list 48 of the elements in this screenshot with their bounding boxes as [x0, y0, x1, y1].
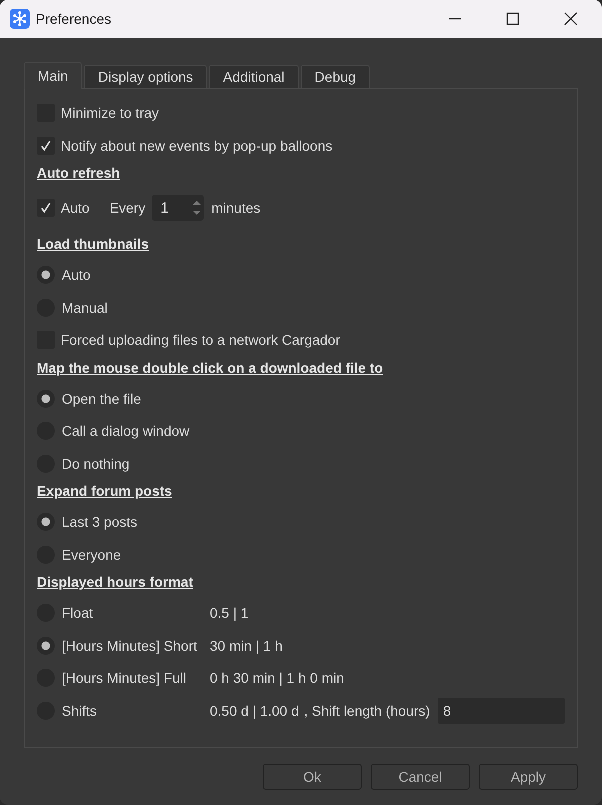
format-sample: 0 h 30 min | 1 h 0 min — [210, 670, 344, 686]
maximize-icon[interactable] — [506, 12, 520, 26]
checkbox-label: Notify about new events by pop-up balloons — [61, 138, 333, 154]
unit-label: minutes — [212, 200, 261, 216]
shift-length-field[interactable]: 8 — [438, 698, 565, 724]
radio-label: Everyone — [62, 546, 122, 563]
checkbox[interactable] — [37, 136, 55, 155]
dialog-button[interactable]: Apply — [479, 764, 578, 790]
dialog-button[interactable]: Ok — [263, 764, 362, 790]
radio-label: Do nothing — [62, 456, 130, 472]
radio-label: [Hours Minutes] Short — [62, 638, 198, 654]
radio-label: Manual — [62, 300, 108, 316]
radio-label: Call a dialog window — [62, 423, 190, 440]
format-sample: 0.5 | 1 — [210, 605, 249, 622]
checkbox-label: Auto — [61, 200, 90, 216]
radio-button[interactable] — [37, 390, 55, 408]
shift-length-label: , Shift length (hours) — [304, 702, 430, 719]
app-icon — [10, 9, 30, 29]
format-sample: 30 min | 1 h — [210, 638, 283, 654]
radio-button[interactable] — [37, 513, 55, 532]
section-heading: Expand forum posts — [37, 482, 174, 501]
checkbox[interactable] — [37, 199, 55, 217]
every-label: Every — [110, 200, 146, 216]
checkmark-icon — [40, 140, 52, 152]
tab[interactable]: Additional — [209, 65, 299, 88]
window-title: Preferences — [36, 11, 112, 27]
format-sample: 0.50 d | 1.00 d — [210, 702, 300, 719]
checkbox-label: Forced uploading files to a network Cargador — [61, 332, 340, 348]
radio-label: Auto — [62, 267, 91, 284]
radio-label: Last 3 posts — [62, 514, 138, 530]
section-heading: Map the mouse double click on a downloaded file to — [37, 358, 384, 378]
close-icon[interactable] — [564, 12, 578, 26]
radio-label: [Hours Minutes] Full — [62, 670, 188, 686]
radio-label: Shifts — [62, 702, 98, 719]
section-heading: Auto refresh — [37, 164, 122, 183]
radio-button[interactable] — [37, 266, 55, 284]
tab[interactable]: Main — [24, 62, 82, 89]
radio-label: Float — [62, 605, 94, 622]
section-heading: Load thumbnails — [37, 235, 150, 254]
tab[interactable]: Display options — [84, 65, 208, 88]
checkbox-label: Minimize to tray — [61, 105, 160, 122]
minutes-spinbox[interactable]: 1 — [152, 195, 204, 221]
radio-button[interactable] — [37, 636, 55, 655]
tab[interactable]: Debug — [300, 65, 370, 88]
radio-label: Open the file — [62, 390, 142, 407]
dialog-button[interactable]: Cancel — [371, 764, 470, 790]
section-heading: Displayed hours format — [37, 573, 194, 592]
checkmark-icon — [40, 202, 52, 214]
